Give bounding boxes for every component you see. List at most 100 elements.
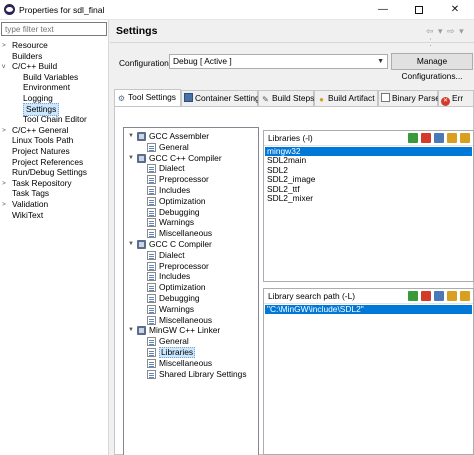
history-nav-icons[interactable]: ⇦ ▾ ⇨ ▾ ⋮ bbox=[426, 26, 474, 48]
delete-icon[interactable] bbox=[421, 291, 431, 301]
tree-item[interactable]: Environment bbox=[0, 82, 108, 93]
expand-chevron-icon[interactable]: > bbox=[2, 178, 6, 189]
tree-item[interactable]: Run/Debug Settings bbox=[0, 167, 108, 178]
tab-build-artifact[interactable]: ● Build Artifact bbox=[314, 90, 378, 106]
tool-option-label: Miscellaneous bbox=[159, 228, 213, 239]
tree-item[interactable]: WikiText bbox=[0, 210, 108, 221]
move-down-icon[interactable] bbox=[460, 291, 470, 301]
libraries-toolbar bbox=[408, 133, 470, 144]
tool-option-node[interactable]: General bbox=[124, 336, 258, 347]
expand-chevron-icon[interactable]: > bbox=[2, 199, 6, 210]
chevron-down-icon[interactable]: ▼ bbox=[128, 239, 134, 250]
settings-page-icon bbox=[147, 207, 156, 217]
tool-option-label: Dialect bbox=[159, 163, 185, 174]
tool-option-node[interactable]: Debugging bbox=[124, 207, 258, 218]
settings-page-icon bbox=[147, 175, 156, 185]
tool-option-node[interactable]: Dialect bbox=[124, 250, 258, 261]
close-button[interactable]: ✕ bbox=[438, 0, 472, 20]
tree-item[interactable]: Linux Tools Path bbox=[0, 135, 108, 146]
configuration-select[interactable]: Debug [ Active ] ▼ bbox=[169, 54, 388, 69]
tree-item[interactable]: Settings bbox=[0, 102, 108, 116]
libraries-list[interactable]: mingw32 SDL2main SDL2 SDL2_image SDL2_ttf SDL… bbox=[265, 146, 472, 203]
tool-option-label: Libraries bbox=[159, 347, 196, 358]
settings-page-icon bbox=[147, 337, 156, 347]
tool-option-node[interactable]: Libraries bbox=[124, 347, 258, 358]
tool-node-label: MinGW C++ Linker bbox=[149, 325, 221, 336]
library-search-path-list[interactable]: "C:\MinGW\include\SDL2" bbox=[265, 304, 472, 315]
tool-option-label: Optimization bbox=[159, 282, 206, 293]
settings-page-icon bbox=[147, 229, 156, 239]
edit-icon[interactable] bbox=[434, 133, 444, 143]
settings-page-icon bbox=[147, 294, 156, 303]
tree-item[interactable]: Task Tags bbox=[0, 188, 108, 199]
add-icon[interactable] bbox=[408, 133, 418, 143]
add-icon[interactable] bbox=[408, 291, 418, 301]
chevron-down-icon[interactable]: ▼ bbox=[128, 131, 134, 142]
tab-container-settings[interactable]: Container Settings bbox=[181, 90, 264, 106]
tool-option-node[interactable]: Miscellaneous bbox=[124, 315, 258, 326]
tool-option-node[interactable]: Optimization bbox=[124, 196, 258, 207]
tree-item-label: C/C++ Build bbox=[12, 61, 58, 72]
chevron-down-icon[interactable]: ▼ bbox=[128, 153, 134, 164]
tool-node[interactable]: ▼ GCC C++ Compiler bbox=[124, 153, 258, 164]
tab-error-parsers[interactable]: ✕ Err bbox=[438, 90, 474, 106]
tool-option-node[interactable]: Dialect bbox=[124, 163, 258, 174]
edit-icon[interactable] bbox=[434, 291, 444, 301]
expand-chevron-icon[interactable]: > bbox=[2, 125, 6, 136]
tree-item[interactable]: v C/C++ Build bbox=[0, 61, 108, 72]
tool-option-node[interactable]: Miscellaneous bbox=[124, 358, 258, 369]
tool-option-node[interactable]: Miscellaneous bbox=[124, 228, 258, 239]
maximize-button[interactable] bbox=[402, 0, 436, 20]
manage-configurations-button[interactable]: Manage Configurations... bbox=[391, 53, 473, 81]
tool-node[interactable]: ▼ GCC C Compiler bbox=[124, 239, 258, 250]
settings-page-icon bbox=[147, 164, 156, 174]
settings-tabs: ⚙ Tool Settings Container Settings ✎ Build… bbox=[114, 89, 474, 106]
tool-tree[interactable]: ▼ GCC Assembler General ▼ GCC C++ Compiler Di… bbox=[123, 127, 259, 455]
settings-page-icon bbox=[147, 142, 156, 152]
move-down-icon[interactable] bbox=[460, 133, 470, 143]
tool-option-node[interactable]: Preprocessor bbox=[124, 174, 258, 185]
tree-item[interactable]: Project References bbox=[0, 157, 108, 168]
tab-binary-parsers[interactable]: Binary Parsers bbox=[378, 90, 447, 106]
tool-option-node[interactable]: Includes bbox=[124, 271, 258, 282]
tree-item[interactable]: > Validation bbox=[0, 199, 108, 210]
library-item[interactable]: SDL2_mixer bbox=[265, 193, 472, 203]
library-path-item[interactable]: "C:\MinGW\include\SDL2" bbox=[265, 304, 472, 315]
tool-icon bbox=[137, 132, 146, 141]
tool-node[interactable]: ▼ GCC Assembler bbox=[124, 131, 258, 142]
tool-option-node[interactable]: Debugging bbox=[124, 293, 258, 304]
tool-node-label: GCC C Compiler bbox=[149, 239, 212, 249]
chevron-down-icon[interactable]: ▼ bbox=[128, 325, 134, 336]
tree-item[interactable]: > Task Repository bbox=[0, 178, 108, 189]
expand-chevron-icon[interactable]: v bbox=[2, 61, 5, 72]
tool-option-node[interactable]: Optimization bbox=[124, 282, 258, 293]
maximize-icon bbox=[415, 6, 423, 14]
tool-option-node[interactable]: Warnings bbox=[124, 304, 258, 315]
expand-chevron-icon[interactable]: > bbox=[2, 40, 6, 51]
tree-item[interactable]: Builders bbox=[0, 51, 108, 62]
tree-item[interactable]: Project Natures bbox=[0, 146, 108, 157]
library-item[interactable]: SDL2main bbox=[265, 155, 472, 165]
tool-option-node[interactable]: Warnings bbox=[124, 217, 258, 228]
filter-input[interactable] bbox=[1, 22, 107, 36]
move-up-icon[interactable] bbox=[447, 291, 457, 301]
tree-item[interactable]: > C/C++ General bbox=[0, 125, 108, 136]
tool-option-node[interactable]: Preprocessor bbox=[124, 261, 258, 272]
minimize-button[interactable]: — bbox=[366, 0, 400, 20]
tree-item[interactable]: Build Variables bbox=[0, 72, 108, 83]
error-icon: ✕ bbox=[441, 97, 450, 106]
tab-tool-settings[interactable]: ⚙ Tool Settings bbox=[114, 89, 181, 106]
tool-option-node[interactable]: Includes bbox=[124, 185, 258, 196]
delete-icon[interactable] bbox=[421, 133, 431, 143]
tab-build-steps[interactable]: ✎ Build Steps bbox=[258, 90, 314, 106]
tree-item[interactable]: Tool Chain Editor bbox=[0, 114, 108, 125]
property-pages-panel: > ResourceBuilders v C/C++ BuildBuild Varia… bbox=[0, 20, 109, 455]
tool-option-node[interactable]: Shared Library Settings bbox=[124, 369, 258, 380]
tool-option-label: Optimization bbox=[159, 195, 206, 206]
tool-node[interactable]: ▼ MinGW C++ Linker bbox=[124, 325, 258, 336]
tool-option-node[interactable]: General bbox=[124, 142, 258, 153]
tool-option-label: General bbox=[159, 141, 189, 152]
tree-item[interactable]: > Resource bbox=[0, 40, 108, 51]
settings-page-icon bbox=[147, 369, 156, 379]
move-up-icon[interactable] bbox=[447, 133, 457, 143]
